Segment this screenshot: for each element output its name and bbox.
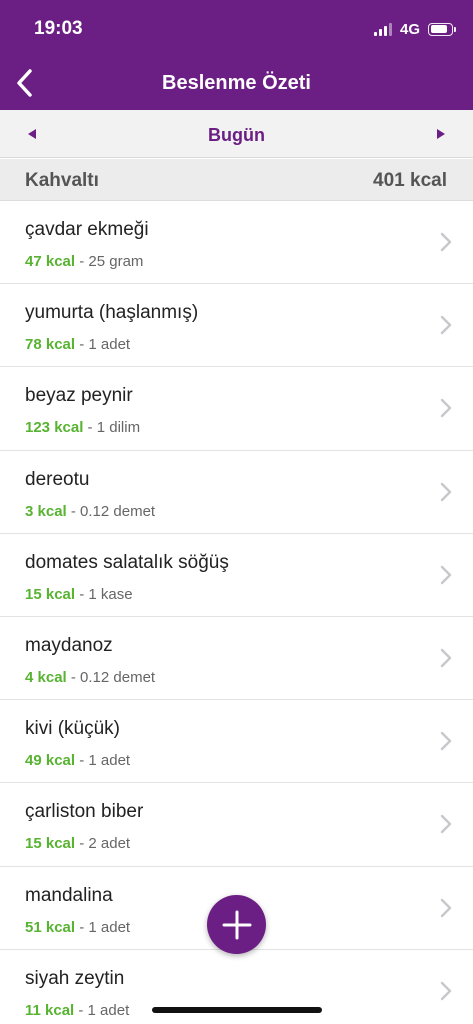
home-indicator: [152, 1007, 322, 1013]
food-name: beyaz peynir: [25, 385, 133, 407]
food-details: 49 kcal - 1 adet: [25, 752, 130, 769]
status-bar: 19:03 4G: [0, 0, 473, 56]
chevron-right-icon: [440, 898, 452, 917]
food-amount: - 1 adet: [74, 1001, 130, 1019]
food-kcal: 4 kcal: [25, 668, 67, 686]
chevron-right-icon: [440, 232, 452, 252]
food-name: kivi (küçük): [25, 718, 121, 740]
chevron-right-icon: [440, 482, 452, 501]
food-name: çavdar ekmeği: [25, 219, 149, 240]
food-name: dereotu: [25, 468, 90, 490]
chevron-right-icon: [440, 648, 452, 668]
food-kcal: 15 kcal: [25, 585, 76, 603]
food-details: 15 kcal - 1 kase: [25, 586, 133, 603]
chevron-right-icon: [440, 731, 452, 751]
food-details: 4 kcal - 0.12 demet: [25, 669, 155, 686]
food-details: 51 kcal - 1 adet: [25, 919, 130, 936]
food-item-row[interactable]: kivi (küçük) 49 kcal - 1 adet: [0, 700, 473, 784]
add-food-button[interactable]: [207, 895, 266, 954]
food-details: 47 kcal - 25 gram: [25, 253, 143, 270]
chevron-right-icon: [440, 815, 452, 834]
food-details: 78 kcal - 1 adet: [25, 336, 130, 353]
food-amount: - 1 adet: [75, 336, 131, 354]
food-amount: - 1 kase: [75, 585, 133, 603]
chevron-right-icon: [440, 399, 452, 418]
food-name: siyah zeytin: [25, 967, 125, 989]
next-day-button[interactable]: [429, 122, 453, 146]
chevron-right-icon: [440, 565, 452, 584]
meal-name: Kahvaltı: [25, 170, 99, 191]
food-item-row[interactable]: beyaz peynir 123 kcal - 1 dilim: [0, 367, 473, 451]
signal-icon: [373, 22, 392, 36]
food-kcal: 51 kcal: [25, 918, 76, 936]
food-amount: - 0.12 demet: [66, 668, 156, 686]
food-name: yumurta (haşlanmış): [25, 302, 199, 324]
food-amount: - 25 gram: [75, 253, 144, 270]
date-navigator: Bugün: [0, 110, 473, 158]
food-kcal: 47 kcal: [25, 253, 76, 270]
food-item-row[interactable]: dereotu 3 kcal - 0.12 demet: [0, 451, 473, 534]
food-name: domates salatalık söğüş: [25, 551, 229, 573]
food-kcal: 3 kcal: [25, 502, 67, 520]
food-name: mandalina: [25, 884, 113, 906]
status-time: 19:03: [34, 18, 83, 39]
food-item-row[interactable]: domates salatalık söğüş 15 kcal - 1 kase: [0, 534, 473, 617]
food-amount: - 2 adet: [75, 835, 131, 853]
network-type: 4G: [399, 20, 420, 38]
food-item-row[interactable]: maydanoz 4 kcal - 0.12 demet: [0, 617, 473, 701]
food-kcal: 78 kcal: [25, 336, 76, 354]
date-label[interactable]: Bugün: [0, 125, 473, 146]
food-details: 15 kcal - 2 adet: [25, 835, 130, 852]
food-amount: - 1 dilim: [83, 419, 141, 437]
triangle-right-icon: [437, 129, 445, 139]
food-item-row[interactable]: çavdar ekmeği 47 kcal - 25 gram: [0, 201, 473, 285]
food-details: 123 kcal - 1 dilim: [25, 419, 140, 436]
meal-total-kcal: 401 kcal: [373, 170, 447, 191]
plus-icon: [222, 910, 251, 939]
food-name: çarliston biber: [25, 801, 144, 823]
food-kcal: 123 kcal: [25, 419, 84, 437]
nav-bar: Beslenme Özeti: [0, 56, 473, 110]
battery-icon: [428, 22, 456, 36]
status-indicators: 4G: [373, 20, 456, 38]
food-details: 11 kcal - 1 adet: [25, 1002, 129, 1019]
meal-section-header: Kahvaltı 401 kcal: [0, 159, 473, 201]
food-amount: - 1 adet: [75, 752, 131, 770]
food-kcal: 49 kcal: [25, 752, 76, 770]
chevron-right-icon: [440, 315, 452, 335]
food-kcal: 11 kcal: [25, 1001, 75, 1019]
page-title: Beslenme Özeti: [162, 72, 311, 94]
food-kcal: 15 kcal: [25, 835, 76, 853]
food-amount: - 1 adet: [75, 918, 131, 936]
food-amount: - 0.12 demet: [66, 502, 156, 520]
food-details: 3 kcal - 0.12 demet: [25, 503, 155, 520]
food-name: maydanoz: [25, 634, 113, 656]
chevron-right-icon: [440, 981, 452, 1000]
food-item-row[interactable]: çarliston biber 15 kcal - 2 adet: [0, 783, 473, 867]
food-item-row[interactable]: yumurta (haşlanmış) 78 kcal - 1 adet: [0, 284, 473, 368]
